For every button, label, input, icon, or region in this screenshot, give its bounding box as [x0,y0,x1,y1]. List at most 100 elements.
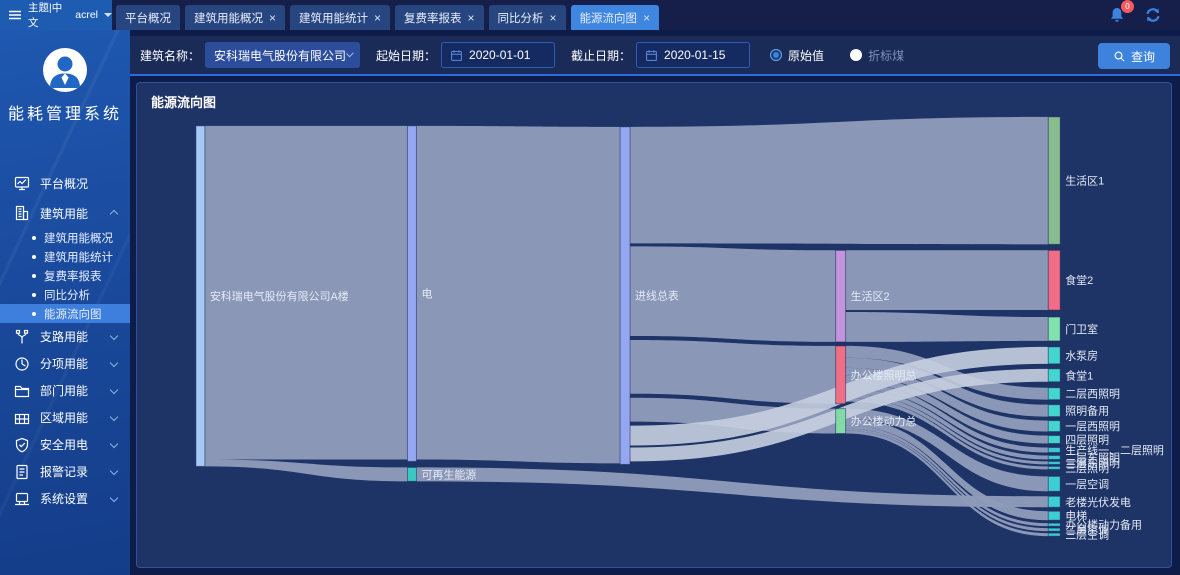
sankey-node[interactable] [836,346,846,404]
sidebar-subitem-label: 复费率报表 [44,268,102,284]
sankey-node-label: 食堂2 [1065,273,1093,287]
sankey-node[interactable] [1048,436,1060,444]
sankey-node[interactable] [1048,528,1060,531]
building-select[interactable]: 安科瑞电气股份有限公司A楼 [205,42,360,68]
sankey-node[interactable] [1048,466,1060,469]
user-menu[interactable]: acrel [75,9,98,21]
chevron-down-icon [346,50,354,58]
sankey-link[interactable] [416,126,620,464]
sidebar-item-label: 建筑用能 [40,205,88,222]
tab-close-icon[interactable]: × [643,12,650,24]
sankey-link[interactable] [630,340,836,404]
tab-close-icon[interactable]: × [468,12,475,24]
sankey-node[interactable] [620,127,630,465]
sankey-node[interactable] [1048,369,1060,382]
tab[interactable]: 复费率报表× [395,5,484,30]
sidebar-item[interactable]: 平台概况 [0,168,130,198]
tab-close-icon[interactable]: × [269,12,276,24]
end-date-input[interactable]: 2020-01-15 [636,42,750,68]
sankey-link[interactable] [205,459,408,481]
bullet-icon [32,312,36,316]
sankey-node[interactable] [1048,461,1060,464]
tab-label: 建筑用能概况 [194,10,263,26]
radio-selected-icon [770,49,782,61]
sankey-node-label: 生活区1 [1065,174,1104,188]
tab[interactable]: 能源流向图× [571,5,660,30]
sankey-link[interactable] [630,117,1048,244]
sankey-node[interactable] [1048,421,1060,432]
sankey-node-label: 食堂1 [1065,368,1093,382]
sankey-node[interactable] [1048,405,1060,417]
sankey-node[interactable] [1048,317,1060,341]
sankey-node[interactable] [1048,496,1060,507]
sidebar-item[interactable]: 系统设置 [0,485,130,512]
sidebar-subitem[interactable]: 能源流向图 [0,304,130,323]
main-content: 建筑名称： 安科瑞电气股份有限公司A楼 起始日期： 2020-01-01 截止日… [130,30,1180,575]
sidebar-item[interactable]: 建筑用能 [0,198,130,228]
radio-original-value[interactable]: 原始值 [770,47,824,64]
tab-close-icon[interactable]: × [550,12,557,24]
refresh-icon[interactable] [1144,6,1162,24]
sankey-link[interactable] [846,312,1049,342]
sidebar-item[interactable]: 部门用能 [0,377,130,404]
sankey-node[interactable] [1048,447,1060,452]
sankey-node[interactable] [1048,117,1060,244]
search-icon [1113,50,1126,63]
sidebar-item-label: 分项用能 [40,355,88,372]
tab-close-icon[interactable]: × [374,12,381,24]
sankey-node[interactable] [1048,388,1060,400]
app-title: 能耗管理系统 [0,100,130,124]
start-date-input[interactable]: 2020-01-01 [441,42,555,68]
tab[interactable]: 平台概况 [116,5,180,30]
end-date-label: 截止日期： [571,47,631,64]
building-name-label: 建筑名称： [140,47,200,64]
tab[interactable]: 建筑用能概况 × [185,5,285,30]
chevron-down-icon [110,494,118,502]
end-date-value: 2020-01-15 [664,48,725,62]
sankey-node[interactable] [1048,250,1060,310]
sankey-node[interactable] [407,126,416,462]
sidebar-subitem[interactable]: 建筑用能统计 [0,247,130,266]
sankey-node[interactable] [1048,476,1060,491]
bullet-icon [32,236,36,240]
sankey-node[interactable] [407,467,416,481]
value-type-radio-group: 原始值 折标煤 [770,47,904,64]
sankey-node[interactable] [1048,455,1060,459]
sankey-node[interactable] [196,126,205,467]
bullet-icon [32,274,36,278]
sankey-node[interactable] [1048,533,1060,536]
sidebar-subitem-label: 能源流向图 [44,306,102,322]
sidebar-subitem[interactable]: 建筑用能概况 [0,228,130,247]
theme-language-label[interactable]: 主题|中文 [28,0,70,30]
sankey-node[interactable] [1048,347,1060,364]
sidebar-subitem[interactable]: 同比分析 [0,285,130,304]
tab-label: 平台概况 [125,10,171,26]
folder-icon [14,383,30,399]
notification-bell-icon[interactable]: 0 [1108,6,1126,24]
sidebar-subitem[interactable]: 复费率报表 [0,266,130,285]
sidebar-item[interactable]: 支路用能 [0,323,130,350]
chevron-up-icon [110,210,118,218]
monitor-icon [14,175,30,191]
sankey-node[interactable] [836,250,846,342]
sidebar-item[interactable]: 报警记录 [0,458,130,485]
sidebar-subitem-label: 建筑用能统计 [44,249,113,265]
avatar[interactable] [43,48,87,92]
sankey-node[interactable] [1048,511,1060,520]
tab[interactable]: 同比分析 × [489,5,566,30]
sidebar-item[interactable]: 分项用能 [0,350,130,377]
sankey-node-label: 生活区2 [851,289,890,303]
sidebar-item-label: 部门用能 [40,382,88,399]
settings-icon [14,491,30,507]
tab-label: 同比分析 [498,10,544,26]
search-button[interactable]: 查询 [1098,43,1170,69]
radio-standard-coal[interactable]: 折标煤 [850,47,904,64]
sankey-node[interactable] [1048,523,1060,526]
hamburger-menu-icon[interactable] [7,7,23,23]
sankey-node-label: 水泵房 [1065,349,1098,362]
sankey-node[interactable] [836,409,846,434]
tab[interactable]: 建筑用能统计× [290,5,390,30]
sidebar-item[interactable]: 安全用电 [0,431,130,458]
sidebar-item[interactable]: 区域用能 [0,404,130,431]
topbar: 主题|中文 acrel 平台概况建筑用能概况×建筑用能统计×复费率报表×同比分析… [0,0,1180,30]
